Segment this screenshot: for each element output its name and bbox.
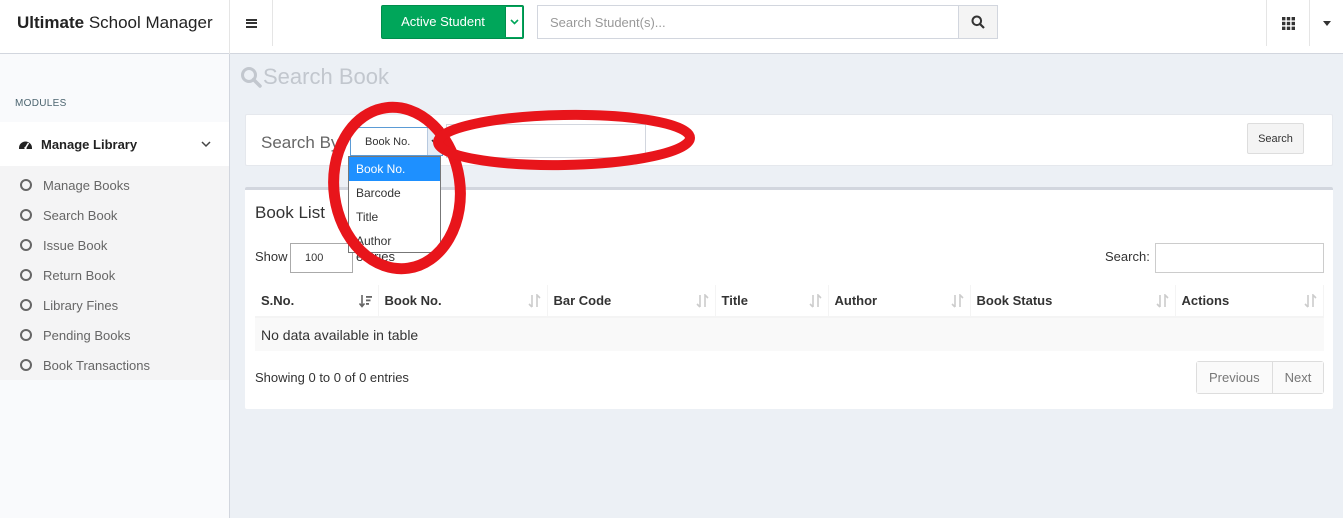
sort-icon bbox=[1155, 294, 1169, 308]
grid-icon bbox=[1281, 16, 1295, 30]
sidebar-section-label: Manage Library bbox=[41, 136, 138, 152]
sidebar-item-issue-book[interactable]: Issue Book bbox=[0, 230, 229, 260]
circle-icon bbox=[20, 179, 32, 191]
column-header-title[interactable]: Title bbox=[715, 285, 829, 318]
search-by-select[interactable]: Book No. bbox=[350, 127, 443, 156]
brand-bold: Ultimate bbox=[17, 13, 85, 32]
table-row: No data available in table bbox=[255, 316, 1324, 351]
column-header-author[interactable]: Author bbox=[828, 285, 971, 318]
table-search-label: Search: bbox=[1105, 249, 1150, 264]
sort-icon bbox=[695, 294, 709, 308]
sort-icon bbox=[527, 294, 541, 308]
sidebar-item-label: Manage Books bbox=[43, 177, 130, 193]
circle-icon bbox=[20, 269, 32, 281]
circle-icon bbox=[20, 359, 32, 371]
sidebar: MODULES Manage Library Manage Books Sear… bbox=[0, 54, 230, 518]
sidebar-toggle-button[interactable] bbox=[230, 0, 273, 46]
sidebar-item-manage-library[interactable]: Manage Library bbox=[0, 122, 229, 166]
previous-page-button[interactable]: Previous bbox=[1197, 362, 1272, 393]
top-navbar: Ultimate School Manager Active Student bbox=[0, 0, 1343, 54]
sidebar-item-label: Issue Book bbox=[43, 237, 108, 253]
column-header-sno[interactable]: S.No. bbox=[255, 285, 379, 318]
search-icon bbox=[241, 67, 262, 88]
student-search-group bbox=[537, 5, 998, 39]
search-icon bbox=[971, 15, 985, 29]
modules-header: MODULES bbox=[15, 98, 67, 109]
circle-icon bbox=[20, 299, 32, 311]
sidebar-item-label: Return Book bbox=[43, 267, 116, 283]
apps-grid-button[interactable] bbox=[1266, 0, 1309, 46]
column-label: S.No. bbox=[261, 293, 295, 308]
next-page-button[interactable]: Next bbox=[1271, 362, 1324, 393]
sidebar-item-label: Library Fines bbox=[43, 297, 119, 313]
column-label: Book Status bbox=[976, 293, 1053, 308]
circle-icon bbox=[20, 239, 32, 251]
pagination: Previous Next bbox=[1196, 361, 1325, 394]
column-label: Author bbox=[834, 293, 878, 308]
sidebar-item-search-book[interactable]: Search Book bbox=[0, 200, 229, 230]
app-brand[interactable]: Ultimate School Manager bbox=[0, 0, 230, 54]
circle-icon bbox=[20, 209, 32, 221]
hamburger-icon bbox=[245, 18, 257, 28]
sidebar-item-label: Book Transactions bbox=[43, 357, 150, 373]
sidebar-item-manage-books[interactable]: Manage Books bbox=[0, 170, 229, 200]
search-by-selected-value: Book No. bbox=[365, 135, 411, 148]
chevron-down-icon bbox=[427, 128, 442, 155]
book-table: S.No. Book No. Bar Code Title Author Boo… bbox=[255, 285, 1324, 351]
column-header-actions[interactable]: Actions bbox=[1175, 285, 1324, 318]
student-search-button[interactable] bbox=[958, 6, 997, 38]
sidebar-item-library-fines[interactable]: Library Fines bbox=[0, 290, 229, 320]
search-by-options: Book No. Barcode Title Author bbox=[348, 156, 441, 253]
active-student-button[interactable]: Active Student bbox=[381, 5, 524, 39]
column-header-book-no[interactable]: Book No. bbox=[378, 285, 548, 318]
search-by-label: Search By bbox=[261, 133, 340, 152]
column-label: Book No. bbox=[384, 293, 442, 308]
sidebar-item-label: Pending Books bbox=[43, 327, 131, 343]
search-button[interactable]: Search bbox=[1247, 123, 1304, 154]
option-barcode[interactable]: Barcode bbox=[349, 181, 440, 205]
user-menu-dropdown[interactable] bbox=[1309, 0, 1343, 46]
sort-icon bbox=[1304, 294, 1317, 308]
page-title: Search Book bbox=[240, 64, 389, 90]
option-title[interactable]: Title bbox=[349, 205, 440, 229]
table-info: Showing 0 to 0 of 0 entries bbox=[255, 370, 409, 385]
empty-table-message: No data available in table bbox=[255, 316, 1324, 351]
chevron-down-icon bbox=[201, 140, 211, 147]
brand-rest: School Manager bbox=[88, 13, 213, 32]
sort-icon bbox=[950, 294, 964, 308]
option-author[interactable]: Author bbox=[349, 229, 440, 253]
page-length-select[interactable]: 100 bbox=[290, 243, 353, 273]
column-label: Title bbox=[721, 293, 749, 308]
sidebar-item-label: Search Book bbox=[43, 207, 118, 223]
sidebar-item-pending-books[interactable]: Pending Books bbox=[0, 320, 229, 350]
student-search-input[interactable] bbox=[538, 6, 958, 38]
sidebar-item-book-transactions[interactable]: Book Transactions bbox=[0, 350, 229, 380]
column-label: Bar Code bbox=[553, 293, 612, 308]
book-list-title: Book List bbox=[255, 203, 325, 222]
circle-icon bbox=[20, 329, 32, 341]
library-submenu: Manage Books Search Book Issue Book Retu… bbox=[0, 166, 229, 380]
show-label: Show bbox=[255, 249, 288, 264]
search-term-input[interactable] bbox=[446, 124, 646, 158]
sort-ascending-icon bbox=[358, 295, 372, 308]
table-search-input[interactable] bbox=[1155, 243, 1324, 273]
active-student-label: Active Student bbox=[401, 14, 485, 29]
caret-down-icon bbox=[1322, 20, 1331, 26]
library-menu: Manage Library Manage Books Search Book … bbox=[0, 122, 229, 380]
dashboard-icon bbox=[19, 141, 32, 150]
chevron-down-icon[interactable] bbox=[505, 7, 522, 37]
column-label: Actions bbox=[1181, 293, 1230, 308]
column-header-book-status[interactable]: Book Status bbox=[970, 285, 1176, 318]
page-title-text: Search Book bbox=[263, 64, 389, 89]
option-book-no[interactable]: Book No. bbox=[349, 157, 440, 181]
sidebar-item-return-book[interactable]: Return Book bbox=[0, 260, 229, 290]
column-header-bar-code[interactable]: Bar Code bbox=[547, 285, 716, 318]
sort-icon bbox=[808, 294, 822, 308]
